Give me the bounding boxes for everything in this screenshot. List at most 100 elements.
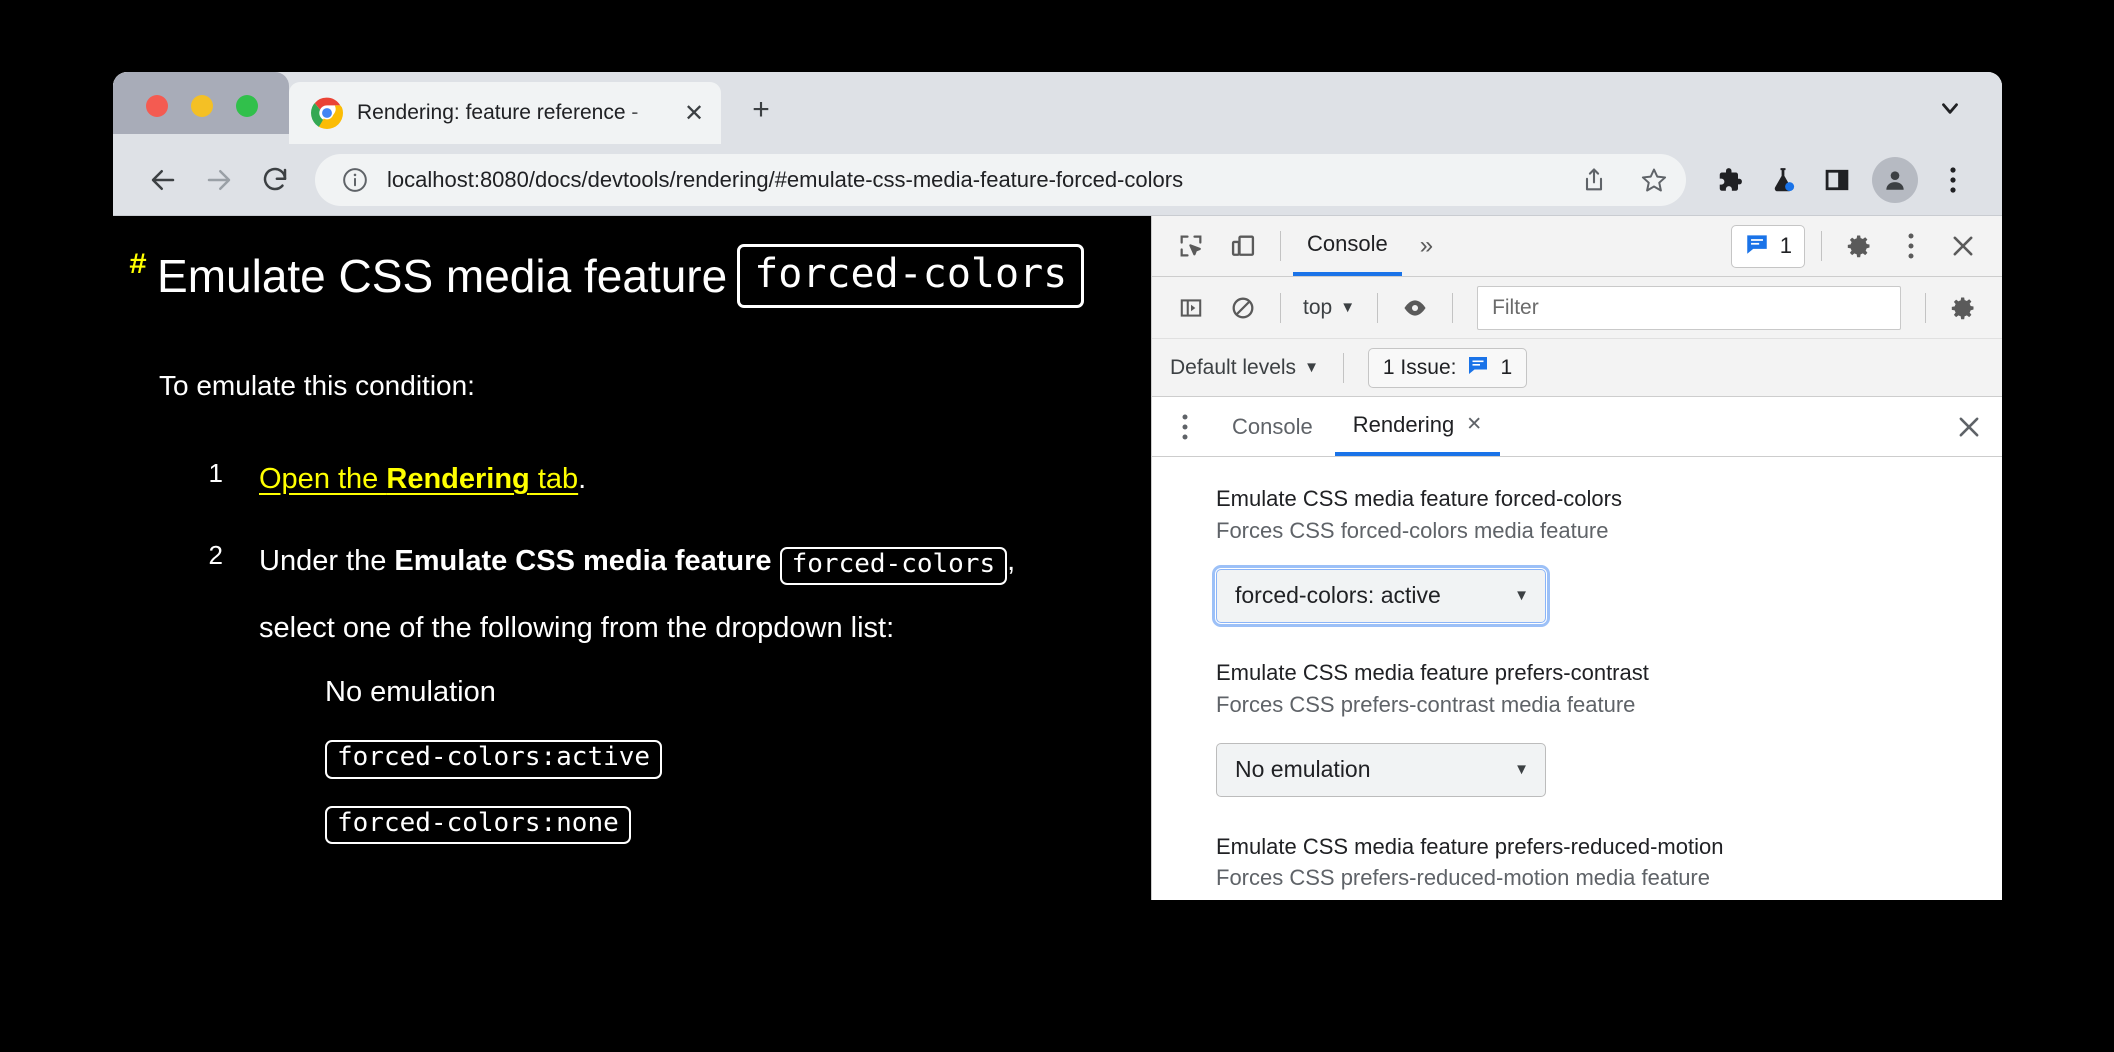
heading-anchor-icon[interactable]: # [129, 251, 147, 281]
link-post: tab [529, 463, 579, 495]
list-item: 2 Under the Emulate CSS media feature fo… [113, 540, 1151, 864]
tab-console[interactable]: Console [1293, 216, 1402, 276]
divider [1925, 292, 1926, 323]
browser-tab[interactable]: Rendering: feature reference - ✕ [289, 82, 721, 144]
devtools-menu-icon[interactable] [1886, 223, 1936, 269]
close-devtools-icon[interactable] [1938, 223, 1988, 269]
select-value: forced-colors: active [1235, 582, 1441, 609]
minimize-window-button[interactable] [191, 95, 213, 117]
address-bar[interactable]: localhost:8080/docs/devtools/rendering/#… [315, 153, 1686, 206]
chevron-down-icon: ▼ [1304, 359, 1319, 376]
link-pre: Open the [259, 463, 387, 495]
back-button[interactable] [137, 154, 189, 206]
issue-pill[interactable]: 1 Issue: 1 [1367, 347, 1528, 388]
browser-toolbar: localhost:8080/docs/devtools/rendering/#… [113, 144, 2002, 216]
forward-button[interactable] [193, 154, 245, 206]
maximize-window-button[interactable] [236, 95, 258, 117]
divider [1452, 292, 1454, 323]
console-context-selector[interactable]: top ▼ [1293, 296, 1365, 320]
rendering-panel-content: Emulate CSS media feature forced-colors … [1152, 457, 2002, 900]
reload-button[interactable] [249, 154, 301, 206]
extensions-icon[interactable] [1704, 155, 1754, 205]
browser-menu-icon[interactable] [1928, 155, 1978, 205]
forced-colors-select[interactable]: forced-colors: active ▼ [1212, 564, 1550, 627]
setting-title: Emulate CSS media feature prefers-reduce… [1216, 833, 1724, 859]
default-levels-label: Default levels [1170, 355, 1297, 379]
issues-count: 1 [1779, 233, 1792, 258]
default-levels-selector[interactable]: Default levels ▼ [1170, 356, 1319, 380]
divider [1377, 292, 1379, 323]
divider [1280, 292, 1281, 323]
divider [1280, 231, 1281, 261]
setting-title: Emulate CSS media feature prefers-contra… [1216, 659, 1649, 685]
side-panel-icon[interactable] [1812, 155, 1862, 205]
setting-description: Forces CSS prefers-contrast media featur… [1216, 691, 1636, 717]
step2-bold: Emulate CSS media feature [394, 545, 772, 578]
list-item: forced-colors:active [325, 733, 1015, 779]
tab-title: Rendering: feature reference - [357, 101, 639, 124]
instruction-list: 1 Open the Rendering tab. 2 Under the Em… [113, 458, 1151, 864]
more-tabs-icon[interactable]: » [1404, 232, 1449, 260]
issue-pill-label: 1 Issue: [1382, 355, 1457, 379]
issue-message-icon [1466, 353, 1490, 383]
drawer-tab-label: Rendering [1352, 411, 1455, 437]
window-content: # Emulate CSS media feature forced-color… [113, 216, 2002, 900]
drawer-menu-icon[interactable] [1160, 404, 1210, 450]
device-toolbar-icon[interactable] [1218, 223, 1268, 269]
list-item-tail: . [578, 463, 587, 495]
console-context-value: top [1303, 295, 1333, 319]
close-drawer-icon[interactable] [1944, 404, 1994, 450]
step2-pre: Under the [259, 545, 395, 578]
rendering-setting: Emulate CSS media feature prefers-contra… [1152, 657, 2002, 797]
rendering-tab-link[interactable]: Open the Rendering tab [259, 463, 578, 495]
chevron-down-icon: ▼ [1514, 587, 1529, 605]
gear-icon[interactable] [1834, 223, 1884, 269]
live-expression-icon[interactable] [1390, 285, 1440, 331]
clear-console-icon[interactable] [1218, 285, 1268, 331]
new-tab-button[interactable]: + [739, 88, 783, 132]
page-title: # Emulate CSS media feature forced-color… [113, 244, 1151, 308]
star-icon[interactable] [1632, 158, 1676, 202]
filter-input[interactable] [1477, 285, 1901, 330]
console-filter-toolbar: top ▼ [1152, 277, 2002, 339]
link-bold: Rendering [386, 463, 530, 495]
divider [1821, 231, 1822, 261]
list-item: 1 Open the Rendering tab. [113, 458, 1151, 500]
step2-code: forced-colors [779, 547, 1008, 586]
console-settings-gear-icon[interactable] [1938, 285, 1988, 331]
web-page-viewport: # Emulate CSS media feature forced-color… [113, 216, 1151, 900]
issue-message-icon [1744, 231, 1770, 262]
inspect-element-icon[interactable] [1166, 223, 1216, 269]
share-icon[interactable] [1572, 158, 1616, 202]
drawer-tab-label: Console [1232, 413, 1313, 439]
list-item-number: 1 [208, 458, 223, 488]
tab-close-button[interactable]: ✕ [677, 96, 711, 130]
close-window-button[interactable] [146, 95, 168, 117]
step2-line2: select one of the following from the dro… [259, 612, 895, 645]
drawer-tab-close-icon[interactable]: ✕ [1466, 413, 1482, 436]
chrome-logo-icon [311, 97, 343, 129]
list-item: No emulation [325, 671, 1015, 713]
list-item-body: Open the Rendering tab. [259, 458, 586, 500]
option-code: forced-colors:active [325, 740, 663, 779]
step2-comma: , [1007, 545, 1016, 578]
page-title-text: Emulate CSS media feature [157, 250, 728, 302]
list-item-number: 2 [208, 540, 223, 571]
devtools-main-toolbar: Console » 1 [1152, 216, 2002, 277]
drawer-tab-rendering[interactable]: Rendering ✕ [1334, 398, 1501, 456]
site-info-icon[interactable] [339, 158, 371, 202]
setting-description: Forces CSS prefers-reduced-motion media … [1216, 865, 1710, 891]
url-text: localhost:8080/docs/devtools/rendering/#… [387, 166, 1184, 192]
issues-badge[interactable]: 1 [1730, 224, 1805, 268]
chevron-down-icon[interactable] [1930, 88, 1970, 128]
select-value: No emulation [1235, 756, 1371, 783]
profile-avatar[interactable] [1872, 156, 1918, 203]
option-plain: No emulation [325, 676, 496, 709]
tab-strip: Rendering: feature reference - ✕ + [113, 72, 2002, 144]
chevron-down-icon: ▼ [1514, 761, 1529, 779]
rendering-setting: Emulate CSS media feature forced-colors … [1152, 483, 2002, 627]
drawer-tab-console[interactable]: Console [1214, 398, 1331, 456]
console-sidebar-icon[interactable] [1166, 285, 1216, 331]
prefers-contrast-select[interactable]: No emulation ▼ [1216, 742, 1546, 797]
flask-icon[interactable] [1758, 155, 1808, 205]
